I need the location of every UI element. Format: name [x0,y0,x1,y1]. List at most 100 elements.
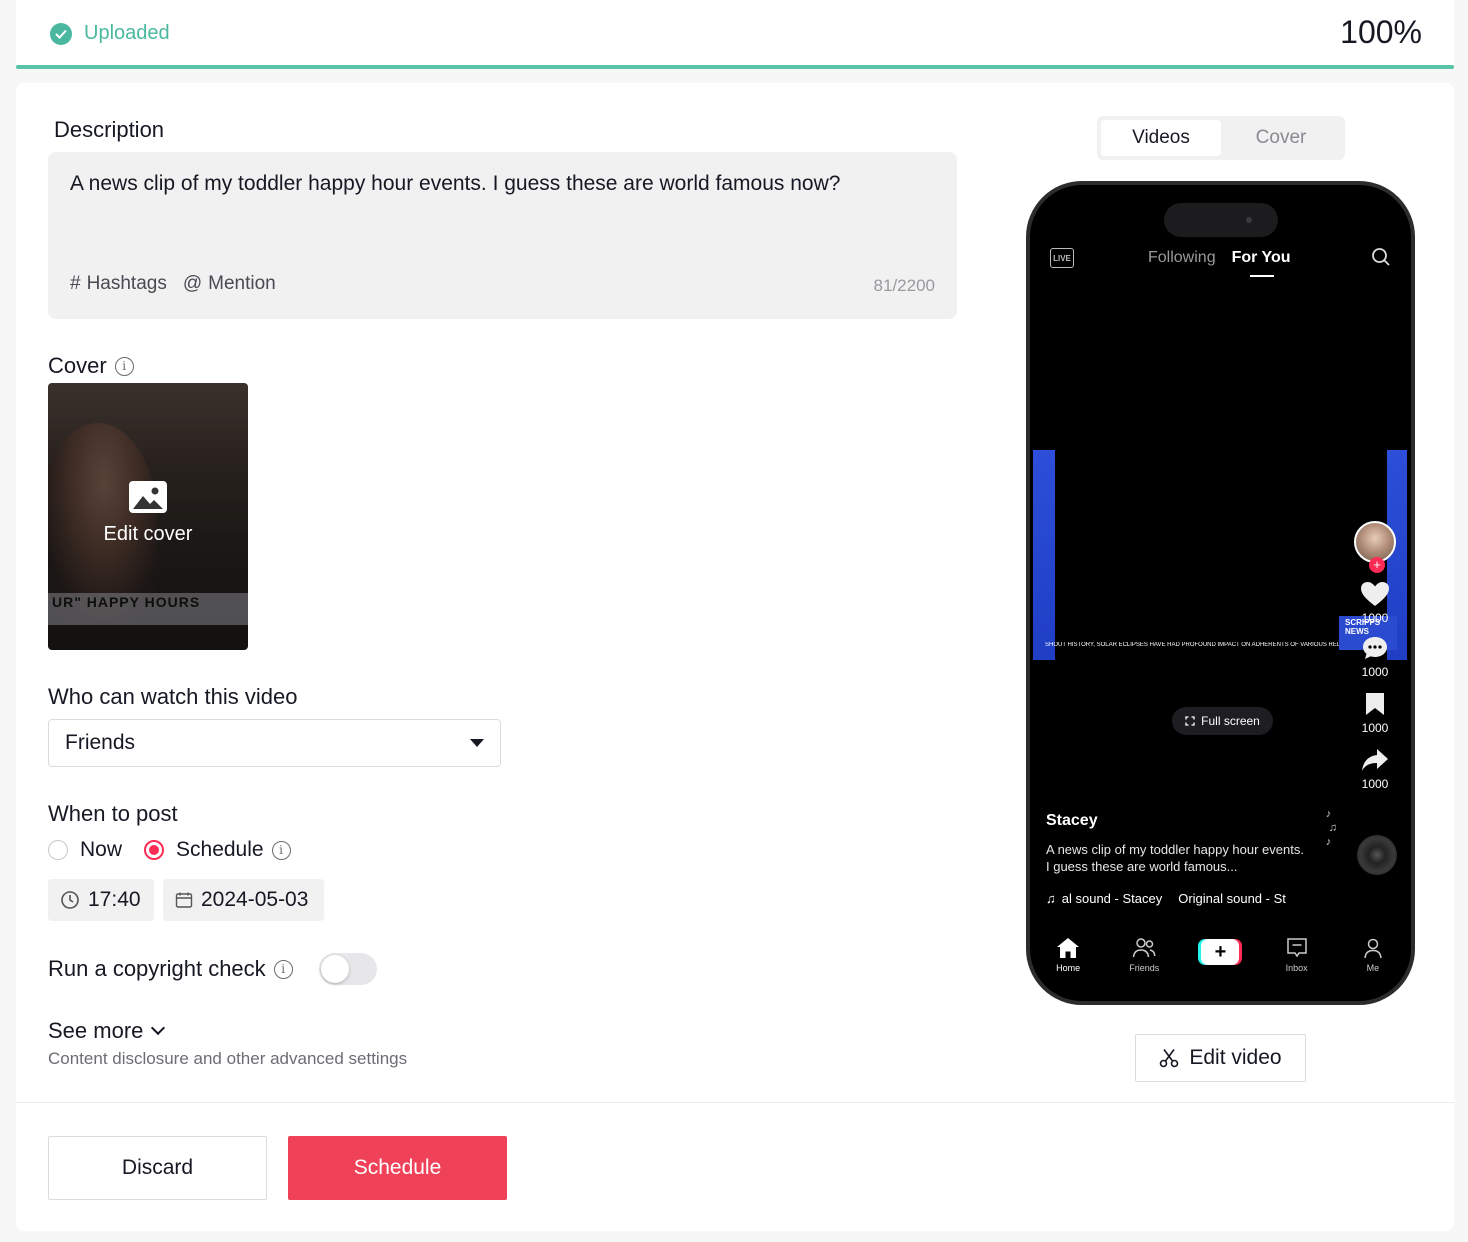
radio-now-label[interactable]: Now [80,838,122,862]
music-note-icon: ♫ [1046,891,1056,906]
nav-home-label: Home [1056,963,1081,973]
edit-video-button[interactable]: Edit video [1135,1034,1306,1082]
check-circle-icon [50,22,72,45]
comment-icon [1363,637,1387,659]
radio-schedule-label[interactable]: Schedule [176,838,264,862]
expand-icon [1185,716,1195,726]
description-label: Description [54,117,165,142]
copyright-toggle[interactable] [318,953,377,985]
visibility-label: Who can watch this video [48,684,298,709]
comment-action: 1000 [1361,635,1389,679]
edit-cover-button[interactable]: Edit cover [48,481,248,546]
mention-label: Mention [208,273,276,294]
nav-inbox: Inbox [1272,937,1322,973]
inbox-icon [1286,938,1307,958]
news-ticker: SHOUT HISTORY, SOLAR ECLIPSES HAVE HAD P… [1045,642,1343,648]
full-screen-button: Full screen [1172,707,1273,735]
nav-home: Home [1043,937,1093,973]
share-action: 1000 [1360,747,1390,791]
heart-icon [1361,582,1389,606]
tab-for-you: For You [1231,249,1291,277]
tab-cover[interactable]: Cover [1221,120,1341,156]
dynamic-island [1164,203,1278,237]
character-count: 81/2200 [873,276,935,295]
nav-friends-label: Friends [1129,963,1160,973]
follow-plus-icon: + [1369,557,1385,573]
preview-sound: ♫ al sound - Stacey Original sound - St [1046,891,1308,906]
visibility-selected: Friends [65,731,136,754]
description-input[interactable]: A news clip of my toddler happy hour eve… [48,152,957,319]
home-icon [1057,938,1080,958]
hashtags-button[interactable]: # Hashtags [70,273,167,295]
hashtags-label: Hashtags [86,273,167,294]
copyright-check-row: Run a copyright check i [48,953,377,985]
caret-down-icon [470,739,484,747]
preview-tabs: Videos Cover [1097,116,1345,160]
cover-label-text: Cover [48,353,107,378]
chevron-down-icon [151,1020,166,1036]
profile-icon [1364,938,1382,959]
bookmark-count: 1000 [1361,721,1389,735]
schedule-button[interactable]: Schedule [288,1136,507,1200]
info-icon[interactable]: i [271,840,291,860]
video-frame: SHOUT HISTORY, SOLAR ECLIPSES HAVE HAD P… [1033,450,1407,660]
sound-label-1: al sound - Stacey [1061,891,1163,906]
preview-caption: A news clip of my toddler happy hour eve… [1046,842,1304,874]
image-icon [129,481,167,513]
see-more-button[interactable]: See more [48,1018,166,1044]
divider [16,1102,1454,1103]
see-more-label: See more [48,1018,144,1043]
music-disc-icon [1357,835,1397,875]
side-actions: + 1000 1000 1000 1000 [1353,521,1397,791]
sound-label-2: Original sound - St [1178,891,1286,906]
phone-preview: LIVE Following For You SHOUT HISTORY, SO… [1026,181,1415,1005]
scissors-icon [1160,1049,1179,1068]
time-picker[interactable]: 17:40 [48,879,154,921]
date-picker[interactable]: 2024-05-03 [163,879,324,921]
full-screen-label: Full screen [1201,714,1260,728]
tab-videos[interactable]: Videos [1101,120,1221,156]
upload-percent: 100% [1340,14,1422,50]
progress-track [16,65,1454,69]
discard-button[interactable]: Discard [48,1136,267,1200]
upload-progress-bar: Uploaded 100% [16,0,1454,69]
post-editor-card: Description A news clip of my toddler ha… [16,83,1454,1231]
radio-now[interactable] [48,840,68,860]
like-action: 1000 [1360,581,1390,625]
nav-me-label: Me [1366,963,1380,973]
preview-username: Stacey [1046,812,1098,829]
comment-count: 1000 [1361,665,1389,679]
nav-me: Me [1348,937,1398,973]
time-value: 17:40 [88,888,141,911]
copyright-label: Run a copyright check [48,956,266,981]
preview-bottom-nav: Home Friends + Inbox Me [1030,921,1411,1001]
create-plus-icon: + [1201,939,1240,965]
nav-friends: Friends [1119,937,1169,973]
description-tools: # Hashtags @ Mention [70,273,276,295]
nav-inbox-label: Inbox [1285,963,1308,973]
bookmark-action: 1000 [1361,691,1389,735]
progress-fill [16,65,1454,69]
radio-schedule[interactable] [144,840,165,860]
upload-status: Uploaded [50,22,170,45]
cover-label: Cover i [48,353,134,379]
info-icon[interactable]: i [273,959,293,979]
feed-tabs: Following For You [1148,249,1291,277]
hash-icon: # [70,273,81,294]
date-value: 2024-05-03 [201,888,309,911]
share-count: 1000 [1361,777,1389,791]
cover-thumbnail[interactable]: UR" HAPPY HOURS Edit cover [48,383,248,650]
nav-create: + [1195,937,1245,965]
when-to-post-label: When to post [48,801,178,826]
post-time-options: Now Schedule i [48,838,291,862]
tab-following: Following [1148,249,1216,266]
visibility-select[interactable]: Friends [48,719,501,767]
share-icon [1362,749,1388,771]
like-count: 1000 [1361,611,1389,625]
mention-button[interactable]: @ Mention [183,273,276,295]
info-icon[interactable]: i [114,356,134,376]
search-icon [1372,248,1390,266]
toggle-knob [320,955,349,983]
description-text[interactable]: A news clip of my toddler happy hour eve… [70,172,840,196]
avatar: + [1354,521,1396,573]
